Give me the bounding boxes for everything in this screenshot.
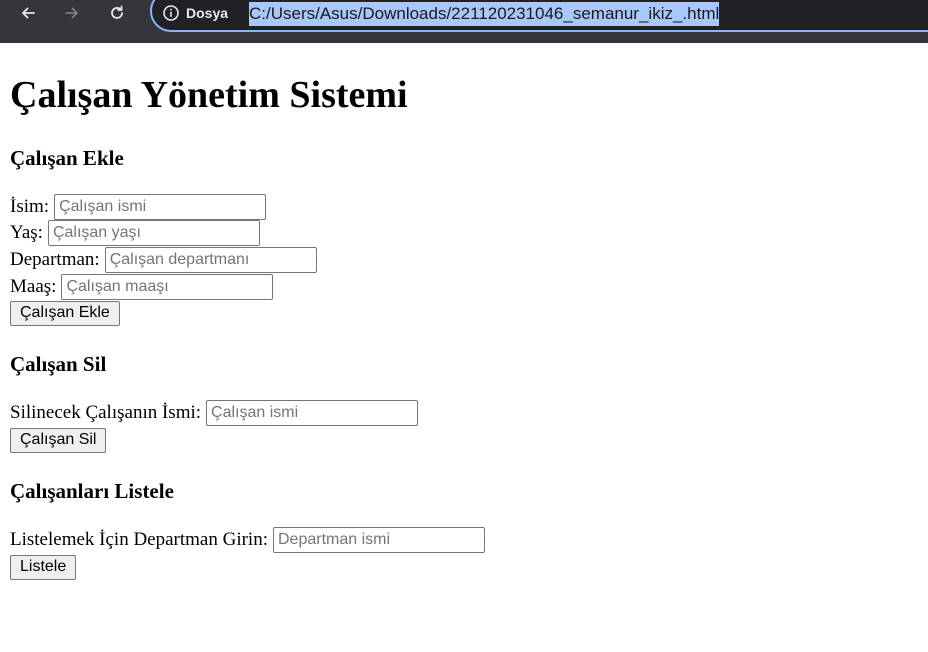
salary-input[interactable] [61,274,274,300]
list-button[interactable]: Listele [10,554,77,580]
name-row: İsim: [10,194,267,220]
age-label: Yaş: [10,222,43,243]
department-input[interactable] [104,247,317,273]
age-row: Yaş: [10,220,260,246]
info-icon[interactable] [162,4,180,22]
reload-icon [111,5,123,19]
forward-arrow-icon [65,7,78,19]
add-button-row: Çalışan Ekle [10,300,120,326]
list-employees-heading: Çalışanları Listele [10,479,174,503]
back-arrow-icon [22,7,35,19]
department-row: Departman: [10,247,317,273]
reload-button[interactable] [104,0,130,26]
security-label[interactable]: Dosya [186,3,228,23]
delete-button-row: Çalışan Sil [10,427,107,453]
url-text[interactable]: C:/Users/Asus/Downloads/221120231046_sem… [249,2,720,26]
page-title: Çalışan Yönetim Sistemi [10,74,408,116]
salary-row: Maaş: [10,274,274,300]
delete-employee-button[interactable]: Çalışan Sil [10,427,107,453]
list-button-row: Listele [10,554,77,580]
forward-button[interactable] [59,0,85,26]
list-department-input[interactable] [273,527,485,553]
name-label: İsim: [10,196,50,217]
delete-name-label: Silinecek Çalışanın İsmi: [10,402,202,423]
add-employee-button[interactable]: Çalışan Ekle [10,300,120,326]
list-department-row: Listelemek İçin Departman Girin: [10,527,485,553]
age-input[interactable] [47,220,260,246]
name-input[interactable] [54,194,267,220]
delete-employee-heading: Çalışan Sil [10,352,107,376]
delete-name-row: Silinecek Çalışanın İsmi: [10,400,419,426]
department-label: Departman: [10,249,100,270]
add-employee-heading: Çalışan Ekle [10,146,124,170]
browser-toolbar: Dosya C:/Users/Asus/Downloads/2211202310… [0,0,928,43]
salary-label: Maaş: [10,276,57,297]
list-department-label: Listelemek İçin Departman Girin: [10,529,268,550]
back-button[interactable] [15,0,41,26]
delete-name-input[interactable] [206,400,419,426]
